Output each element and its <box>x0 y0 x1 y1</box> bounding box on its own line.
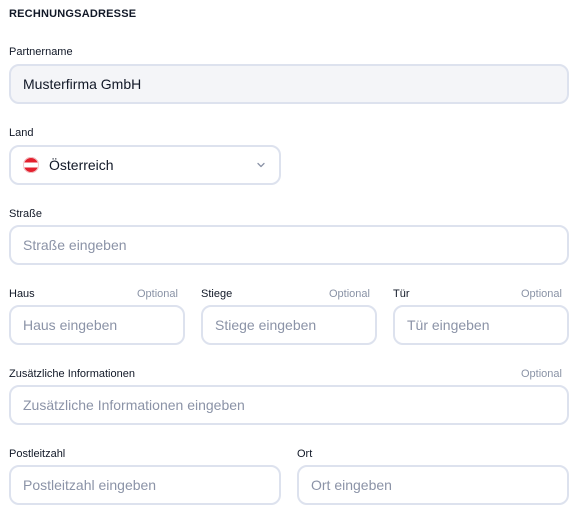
haus-optional-hint: Optional <box>137 288 178 300</box>
tuer-placeholder: Tür eingeben <box>407 317 490 333</box>
ort-placeholder: Ort eingeben <box>311 477 392 493</box>
strasse-placeholder: Straße eingeben <box>23 237 127 253</box>
tuer-label: Tür <box>393 288 410 300</box>
land-value: Österreich <box>49 157 114 173</box>
stiege-input[interactable]: Stiege eingeben <box>201 305 377 345</box>
land-label: Land <box>9 127 34 139</box>
austria-flag-icon <box>23 157 39 173</box>
stiege-placeholder: Stiege eingeben <box>215 317 317 333</box>
partnername-label: Partnername <box>9 46 73 58</box>
chevron-down-icon <box>257 162 265 168</box>
plz-label: Postleitzahl <box>9 448 66 460</box>
zusatz-optional-hint: Optional <box>521 368 562 380</box>
zusatz-label: Zusätzliche Informationen <box>9 368 135 380</box>
plz-placeholder: Postleitzahl eingeben <box>23 477 157 493</box>
plz-input[interactable]: Postleitzahl eingeben <box>9 465 281 505</box>
strasse-input[interactable]: Straße eingeben <box>9 225 569 265</box>
tuer-optional-hint: Optional <box>521 288 562 300</box>
billing-address-form: RECHNUNGSADRESSE Partnername Musterfirma… <box>0 0 580 517</box>
haus-label: Haus <box>9 288 35 300</box>
partnername-value: Musterfirma GmbH <box>23 76 142 92</box>
ort-input[interactable]: Ort eingeben <box>297 465 569 505</box>
land-select[interactable]: Österreich <box>9 145 281 185</box>
stiege-label: Stiege <box>201 288 233 300</box>
zusatz-placeholder: Zusätzliche Informationen eingeben <box>23 397 245 413</box>
haus-input[interactable]: Haus eingeben <box>9 305 185 345</box>
strasse-label: Straße <box>9 208 43 220</box>
section-title: RECHNUNGSADRESSE <box>9 8 137 20</box>
haus-placeholder: Haus eingeben <box>23 317 118 333</box>
zusatz-input[interactable]: Zusätzliche Informationen eingeben <box>9 385 569 425</box>
stiege-optional-hint: Optional <box>329 288 370 300</box>
ort-label: Ort <box>297 448 313 460</box>
tuer-input[interactable]: Tür eingeben <box>393 305 569 345</box>
partnername-input[interactable]: Musterfirma GmbH <box>9 64 569 104</box>
